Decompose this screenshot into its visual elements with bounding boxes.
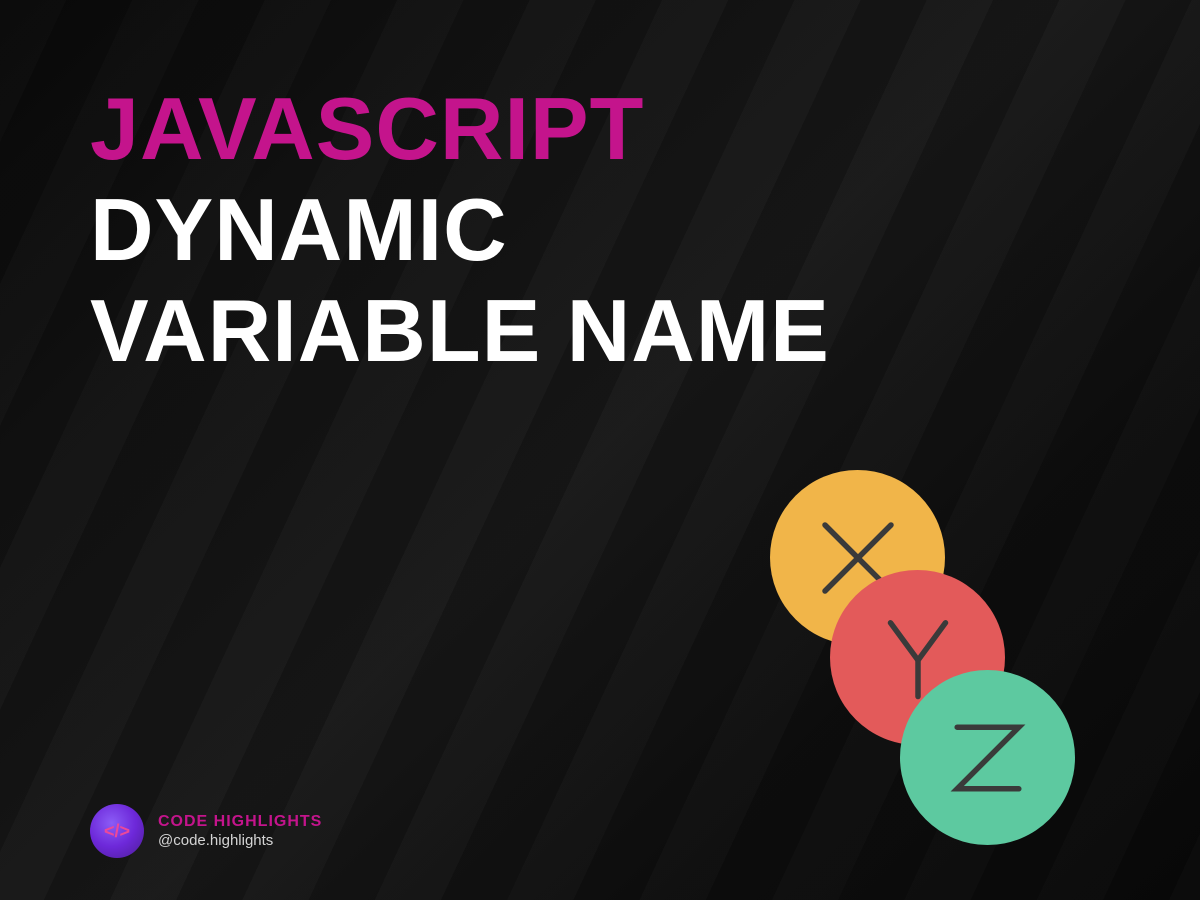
title-line-3: VARIABLE NAME [90, 280, 1120, 381]
footer: </> CODE HIGHLIGHTS @code.highlights [90, 804, 322, 858]
avatar: </> [90, 804, 144, 858]
title-line-2: DYNAMIC [90, 179, 1120, 280]
avatar-icon: </> [104, 821, 130, 842]
footer-text: CODE HIGHLIGHTS @code.highlights [158, 812, 322, 849]
brand-name: CODE HIGHLIGHTS [158, 812, 322, 831]
social-handle: @code.highlights [158, 832, 322, 850]
circle-z-icon [900, 670, 1075, 845]
title-line-1: JAVASCRIPT [90, 85, 1120, 173]
xyz-graphic [720, 470, 1100, 850]
main-content: JAVASCRIPT DYNAMIC VARIABLE NAME [0, 0, 1200, 381]
